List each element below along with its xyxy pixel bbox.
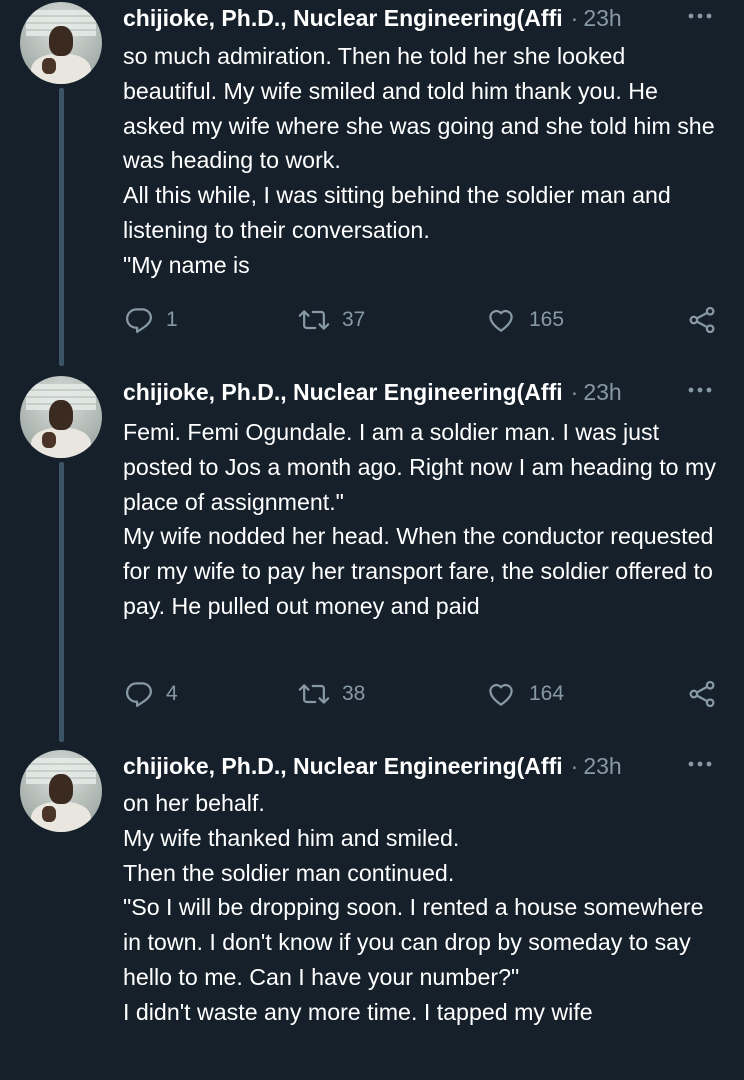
tweet-paragraph: I didn't waste any more time. I tapped m… <box>123 998 593 1025</box>
retweet-button[interactable]: 38 <box>298 676 365 712</box>
tweet-paragraph: "So I will be dropping soon. I rented a … <box>123 894 704 990</box>
tweet-text: Femi. Femi Ogundale. I am a soldier man.… <box>123 415 723 624</box>
dot-separator: · <box>570 378 579 405</box>
share-button[interactable] <box>687 676 717 712</box>
like-count: 165 <box>529 308 565 331</box>
avatar[interactable] <box>20 750 102 832</box>
tweet-paragraph: All this while, I was sitting behind the… <box>123 182 671 243</box>
retweet-button[interactable]: 37 <box>298 302 365 338</box>
tweet-header: chijioke, Ph.D., Nuclear Engineering(Aff… <box>123 374 723 410</box>
retweet-count: 38 <box>342 682 366 705</box>
more-options-icon[interactable] <box>686 380 714 400</box>
author-name[interactable]: chijioke, Ph.D., Nuclear Engineering(Aff… <box>123 753 563 780</box>
tweet-header: chijioke, Ph.D., Nuclear Engineering(Aff… <box>123 0 723 36</box>
avatar[interactable] <box>20 376 102 458</box>
tweet-1[interactable]: chijioke, Ph.D., Nuclear Engineering(Aff… <box>0 0 744 366</box>
dot-separator: · <box>570 752 579 779</box>
dot-separator: · <box>570 4 579 31</box>
avatar[interactable] <box>20 2 102 84</box>
thread-line <box>59 462 64 742</box>
tweet-paragraph: Then the soldier man continued. <box>123 859 455 886</box>
tweet-actions: 1 37 165 <box>122 302 722 338</box>
reply-count: 1 <box>166 308 178 331</box>
timestamp[interactable]: 23h <box>583 379 621 406</box>
author-name[interactable]: chijioke, Ph.D., Nuclear Engineering(Aff… <box>123 379 563 406</box>
thread-line <box>59 88 64 366</box>
share-icon <box>687 305 717 335</box>
tweet-paragraph: My wife thanked him and smiled. <box>123 824 460 851</box>
tweet-3[interactable]: chijioke, Ph.D., Nuclear Engineering(Aff… <box>0 748 744 1080</box>
retweet-icon <box>298 679 330 709</box>
retweet-count: 37 <box>342 308 366 331</box>
like-button[interactable]: 165 <box>485 302 564 338</box>
tweet-header: chijioke, Ph.D., Nuclear Engineering(Aff… <box>123 748 723 784</box>
tweet-actions: 4 38 164 <box>122 676 722 712</box>
heart-icon <box>485 305 517 335</box>
tweet-paragraph: My wife nodded her head. When the conduc… <box>123 523 714 619</box>
share-icon <box>687 679 717 709</box>
tweet-text: on her behalf. My wife thanked him and s… <box>123 786 723 1030</box>
author-name[interactable]: chijioke, Ph.D., Nuclear Engineering(Aff… <box>123 5 563 32</box>
timestamp[interactable]: 23h <box>583 5 621 32</box>
reply-count: 4 <box>166 682 178 705</box>
like-button[interactable]: 164 <box>485 676 564 712</box>
reply-button[interactable]: 4 <box>124 676 178 712</box>
tweet-2[interactable]: chijioke, Ph.D., Nuclear Engineering(Aff… <box>0 374 744 742</box>
tweet-text: so much admiration. Then he told her she… <box>123 39 723 283</box>
tweet-paragraph: on her behalf. <box>123 790 265 816</box>
tweet-paragraph: so much admiration. Then he told her she… <box>123 43 715 174</box>
reply-icon <box>124 679 154 709</box>
reply-icon <box>124 305 154 335</box>
more-options-icon[interactable] <box>686 754 714 774</box>
more-options-icon[interactable] <box>686 6 714 26</box>
share-button[interactable] <box>687 302 717 338</box>
tweet-paragraph: "My name is <box>123 251 250 278</box>
tweet-paragraph: Femi. Femi Ogundale. I am a soldier man.… <box>123 419 716 515</box>
heart-icon <box>485 679 517 709</box>
reply-button[interactable]: 1 <box>124 302 178 338</box>
retweet-icon <box>298 305 330 335</box>
like-count: 164 <box>529 682 565 705</box>
timestamp[interactable]: 23h <box>583 753 621 780</box>
